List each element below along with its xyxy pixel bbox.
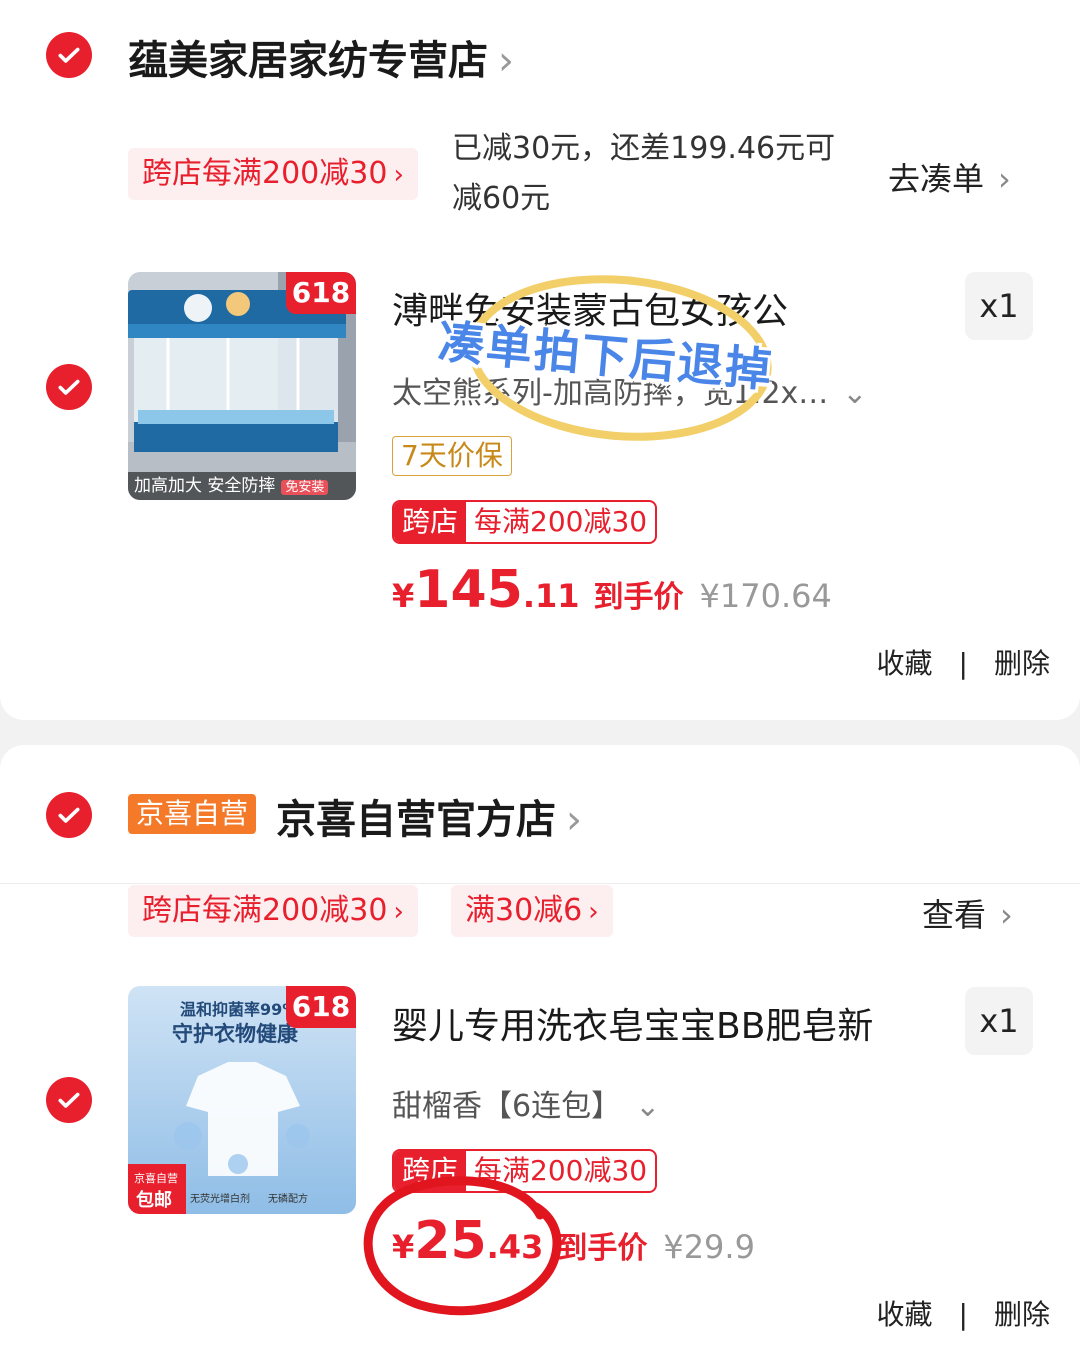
- thumb-caption-text: 加高加大 安全防摔: [134, 476, 276, 496]
- price-guarantee-tag: 7天价保: [392, 436, 512, 476]
- item-select-checkbox[interactable]: [46, 364, 92, 410]
- delete-button[interactable]: 删除: [994, 647, 1050, 680]
- chevron-right-icon: ›: [1000, 896, 1013, 934]
- check-icon: [58, 807, 80, 823]
- chevron-right-icon: ›: [998, 160, 1011, 198]
- spec-selector[interactable]: 甜榴香【6连包】 ⌄: [392, 1081, 660, 1125]
- promo-tag-store[interactable]: 满30减6 ›: [451, 885, 613, 937]
- price-label: 到手价: [593, 580, 684, 615]
- promo-tag-label: 跨店每满200减30: [142, 893, 388, 928]
- view-link[interactable]: 查看 ›: [922, 890, 1013, 936]
- price-integer: 145: [414, 560, 523, 620]
- store-name: 蕴美家居家纺专营店: [128, 38, 488, 84]
- thumb-feature-2: 无磷配方: [268, 1194, 308, 1205]
- thumb-line-2: 守护衣物健康: [172, 1022, 298, 1046]
- check-icon: [58, 379, 80, 395]
- original-price: ¥170.64: [699, 577, 832, 615]
- add-on-link[interactable]: 去凑单 ›: [888, 154, 1011, 200]
- jingxi-self-op-tag: 京喜自营: [128, 794, 257, 834]
- chevron-right-icon: ›: [498, 38, 514, 84]
- price-label: 到手价: [557, 1231, 648, 1266]
- final-price: ¥ 145 .11 到手价 ¥170.64: [392, 560, 832, 620]
- store-card-1: 蕴美家居家纺专营店 › 跨店每满200减30 › 已减30元，还差199.46元可减…: [0, 0, 1080, 720]
- thumb-caption: 加高加大 安全防摔 免安装: [128, 472, 356, 500]
- badge-618: 618: [286, 272, 356, 314]
- add-on-label: 去凑单: [888, 160, 985, 198]
- favorite-button[interactable]: 收藏: [877, 1298, 933, 1331]
- view-label: 查看: [922, 896, 987, 934]
- price-currency: ¥: [392, 577, 415, 615]
- chevron-down-icon: ⌄: [842, 376, 868, 411]
- favorite-button[interactable]: 收藏: [877, 647, 933, 680]
- divider: [0, 883, 1080, 884]
- cross-store-promo-tag: 跨店 每满200减30: [392, 500, 658, 544]
- final-price: ¥ 25 .43 到手价 ¥29.9: [392, 1211, 755, 1271]
- store-select-checkbox[interactable]: [46, 32, 92, 78]
- cross-store-rule: 每满200减30: [474, 1154, 648, 1187]
- check-icon: [58, 1092, 80, 1108]
- chevron-right-icon: ›: [393, 897, 404, 927]
- price-decimal: .43: [486, 1228, 544, 1266]
- quantity-selector[interactable]: x1: [965, 987, 1033, 1055]
- product-thumbnail[interactable]: 温和抑菌率99% 守护衣物健康 618 京喜自营 包邮 无荧光增白剂 无磷配方: [128, 986, 356, 1214]
- badge-618: 618: [286, 986, 356, 1028]
- price-currency: ¥: [392, 1228, 415, 1266]
- price-decimal: .11: [522, 577, 580, 615]
- promo-tag-cross-store[interactable]: 跨店每满200减30 ›: [128, 148, 418, 200]
- chevron-down-icon: ⌄: [635, 1089, 661, 1124]
- item-actions: 收藏 | 删除: [877, 642, 1050, 682]
- store-select-checkbox[interactable]: [46, 792, 92, 838]
- cross-store-promo-tag: 跨店 每满200减30: [392, 1149, 658, 1193]
- thumb-ship-1: 京喜自营: [134, 1172, 178, 1185]
- product-thumbnail[interactable]: 618 加高加大 安全防摔 免安装: [128, 272, 356, 500]
- cross-store-label: 跨店: [394, 502, 467, 542]
- cross-store-rule: 每满200减30: [474, 505, 648, 538]
- actions-separator: |: [958, 1298, 968, 1331]
- chevron-right-icon: ›: [588, 897, 599, 927]
- promo-progress-text: 已减30元，还差199.46元可减60元: [452, 131, 836, 216]
- price-integer: 25: [414, 1211, 487, 1271]
- store-name-link[interactable]: 京喜自营官方店 ›: [276, 787, 582, 845]
- thumb-mini-tag: 免安装: [281, 480, 329, 495]
- check-icon: [58, 47, 80, 63]
- promo-tag-label: 满30减6: [465, 893, 583, 928]
- thumb-ship-2: 包邮: [136, 1190, 172, 1211]
- chevron-right-icon: ›: [393, 160, 404, 190]
- thumb-line-1: 温和抑菌率99%: [180, 1000, 299, 1019]
- thumb-feature-1: 无荧光增白剂: [190, 1194, 250, 1205]
- store-name-link[interactable]: 蕴美家居家纺专营店 ›: [128, 28, 514, 86]
- cross-store-label: 跨店: [394, 1151, 467, 1191]
- promo-tag-cross-store[interactable]: 跨店每满200减30 ›: [128, 885, 418, 937]
- item-select-checkbox[interactable]: [46, 1077, 92, 1123]
- item-actions: 收藏 | 删除: [877, 1293, 1050, 1333]
- spec-text: 甜榴香【6连包】: [392, 1089, 622, 1124]
- original-price: ¥29.9: [663, 1228, 755, 1266]
- actions-separator: |: [958, 647, 968, 680]
- chevron-right-icon: ›: [566, 797, 582, 843]
- delete-button[interactable]: 删除: [994, 1298, 1050, 1331]
- store-name: 京喜自营官方店: [276, 797, 556, 843]
- quantity-selector[interactable]: x1: [965, 272, 1033, 340]
- store-card-2: 京喜自营 京喜自营官方店› 跨店每满200减30› 满30减6› 查看›: [0, 745, 1080, 1371]
- product-title[interactable]: 婴儿专用洗衣皂宝宝BB肥皂新: [392, 997, 932, 1049]
- promo-tag-label: 跨店每满200减30: [142, 156, 388, 191]
